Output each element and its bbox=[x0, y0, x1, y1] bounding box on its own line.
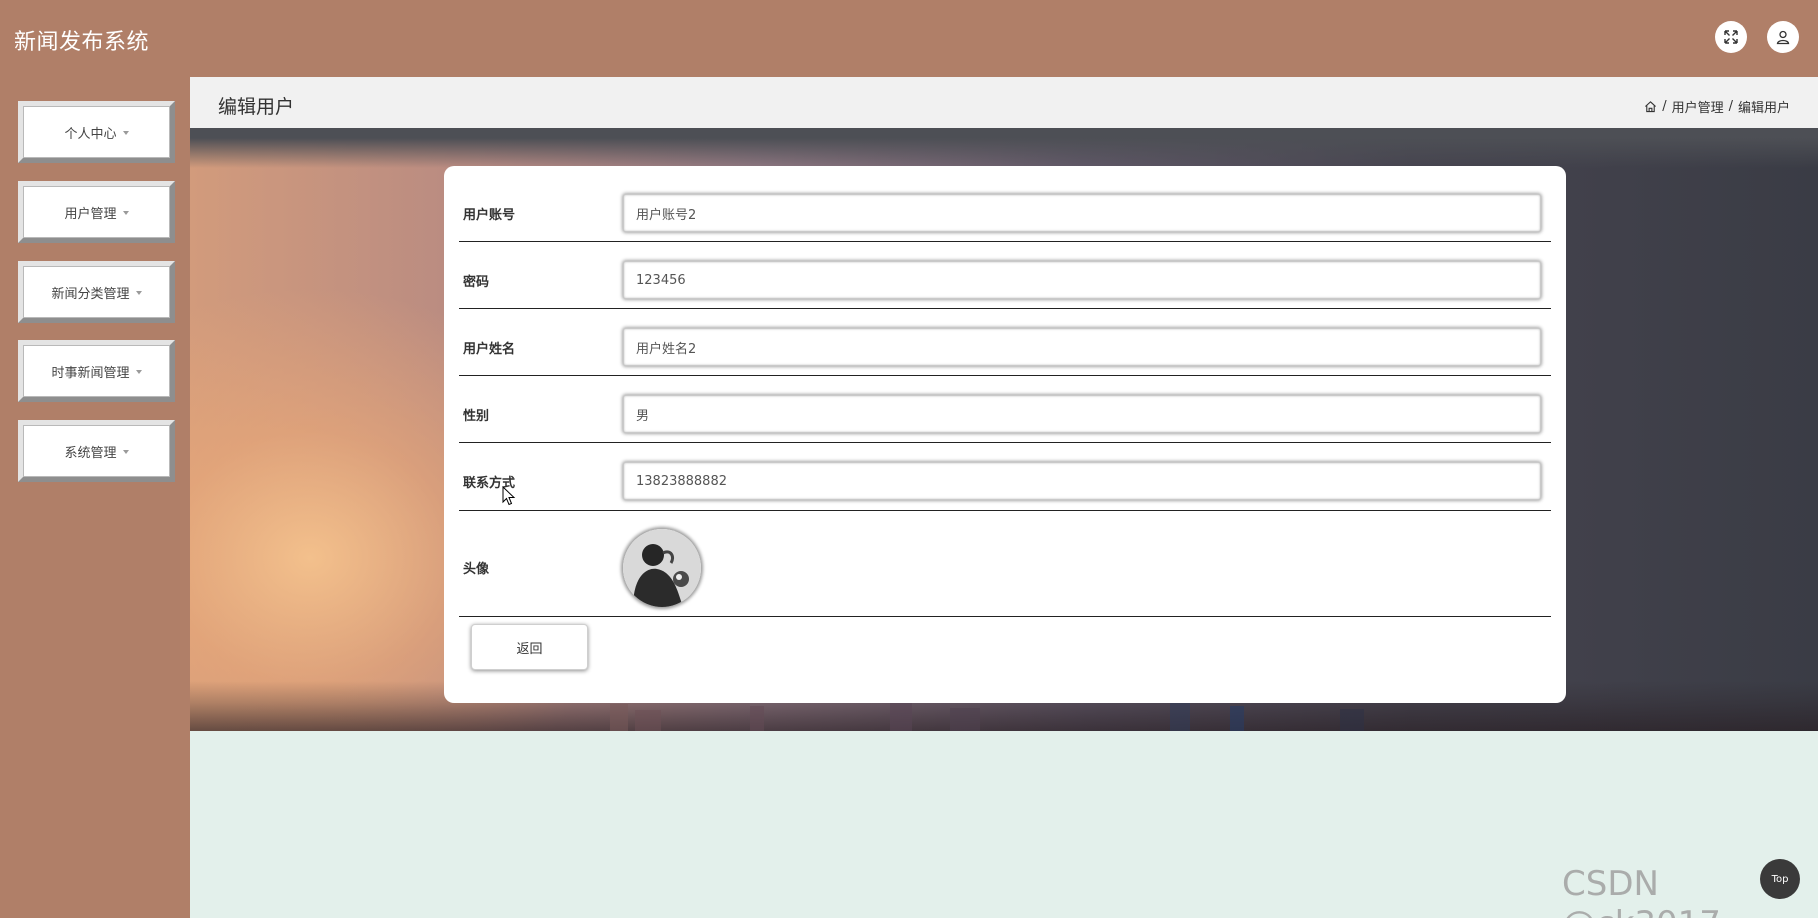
form-row-gender: 性别 bbox=[459, 376, 1551, 443]
form-row-avatar: 头像 bbox=[459, 511, 1551, 617]
back-to-top-button[interactable]: Top bbox=[1760, 859, 1800, 899]
form-label: 用户姓名 bbox=[463, 342, 516, 357]
form-row-name: 用户姓名 bbox=[459, 309, 1551, 376]
page-title: 编辑用户 bbox=[218, 96, 295, 118]
mouse-cursor-icon bbox=[502, 486, 516, 506]
breadcrumb-separator: / bbox=[1662, 99, 1667, 114]
account-input[interactable] bbox=[623, 194, 1541, 232]
form-label: 密码 bbox=[463, 275, 490, 290]
back-button[interactable]: 返回 bbox=[471, 624, 588, 670]
password-input[interactable] bbox=[623, 261, 1541, 299]
edit-user-form: 用户账号 密码 用户姓名 性别 联系方式 头像 返回 bbox=[444, 166, 1566, 703]
sidebar-item-system-management[interactable]: 系统管理 bbox=[18, 420, 175, 482]
city-skyline-image bbox=[610, 702, 1364, 731]
caret-down-icon bbox=[135, 290, 142, 295]
breadcrumb-separator: / bbox=[1728, 99, 1733, 114]
sidebar-item-label: 时事新闻管理 bbox=[51, 365, 130, 381]
sidebar-item-news-category-management[interactable]: 新闻分类管理 bbox=[18, 261, 175, 323]
sidebar-item-user-management[interactable]: 用户管理 bbox=[18, 181, 175, 243]
form-label: 头像 bbox=[463, 562, 490, 577]
form-label: 用户账号 bbox=[463, 208, 516, 223]
caret-down-icon bbox=[122, 130, 129, 135]
page-header: 编辑用户 / 用户管理 / 编辑用户 bbox=[190, 77, 1818, 128]
fullscreen-button[interactable] bbox=[1715, 21, 1747, 53]
expand-icon bbox=[1724, 30, 1738, 44]
sidebar: 个人中心 用户管理 新闻分类管理 时事新闻管理 系统管理 bbox=[0, 77, 190, 918]
app-title: 新闻发布系统 bbox=[14, 30, 150, 55]
sidebar-item-personal-center[interactable]: 个人中心 bbox=[18, 101, 175, 163]
gender-input[interactable] bbox=[623, 395, 1541, 433]
breadcrumb: / 用户管理 / 编辑用户 bbox=[1644, 97, 1790, 116]
breadcrumb-user-management[interactable]: 用户管理 bbox=[1672, 97, 1724, 116]
sidebar-item-label: 用户管理 bbox=[64, 206, 117, 222]
sidebar-item-current-news-management[interactable]: 时事新闻管理 bbox=[18, 340, 175, 402]
avatar[interactable] bbox=[623, 529, 701, 607]
home-icon[interactable] bbox=[1644, 100, 1657, 113]
sidebar-item-label: 新闻分类管理 bbox=[51, 286, 130, 302]
sidebar-item-label: 个人中心 bbox=[64, 126, 117, 142]
caret-down-icon bbox=[122, 449, 129, 454]
top-bar: 新闻发布系统 bbox=[0, 0, 1818, 77]
form-row-contact: 联系方式 bbox=[459, 443, 1551, 511]
avatar-image bbox=[623, 529, 701, 607]
form-label: 性别 bbox=[463, 409, 490, 424]
breadcrumb-edit-user: 编辑用户 bbox=[1737, 101, 1790, 116]
user-button[interactable] bbox=[1767, 21, 1799, 53]
name-input[interactable] bbox=[623, 328, 1541, 366]
caret-down-icon bbox=[135, 369, 142, 374]
caret-down-icon bbox=[122, 210, 129, 215]
sidebar-item-label: 系统管理 bbox=[64, 445, 117, 461]
form-row-account: 用户账号 bbox=[459, 166, 1551, 242]
contact-input[interactable] bbox=[623, 462, 1541, 500]
form-row-password: 密码 bbox=[459, 242, 1551, 309]
user-icon bbox=[1776, 30, 1790, 45]
